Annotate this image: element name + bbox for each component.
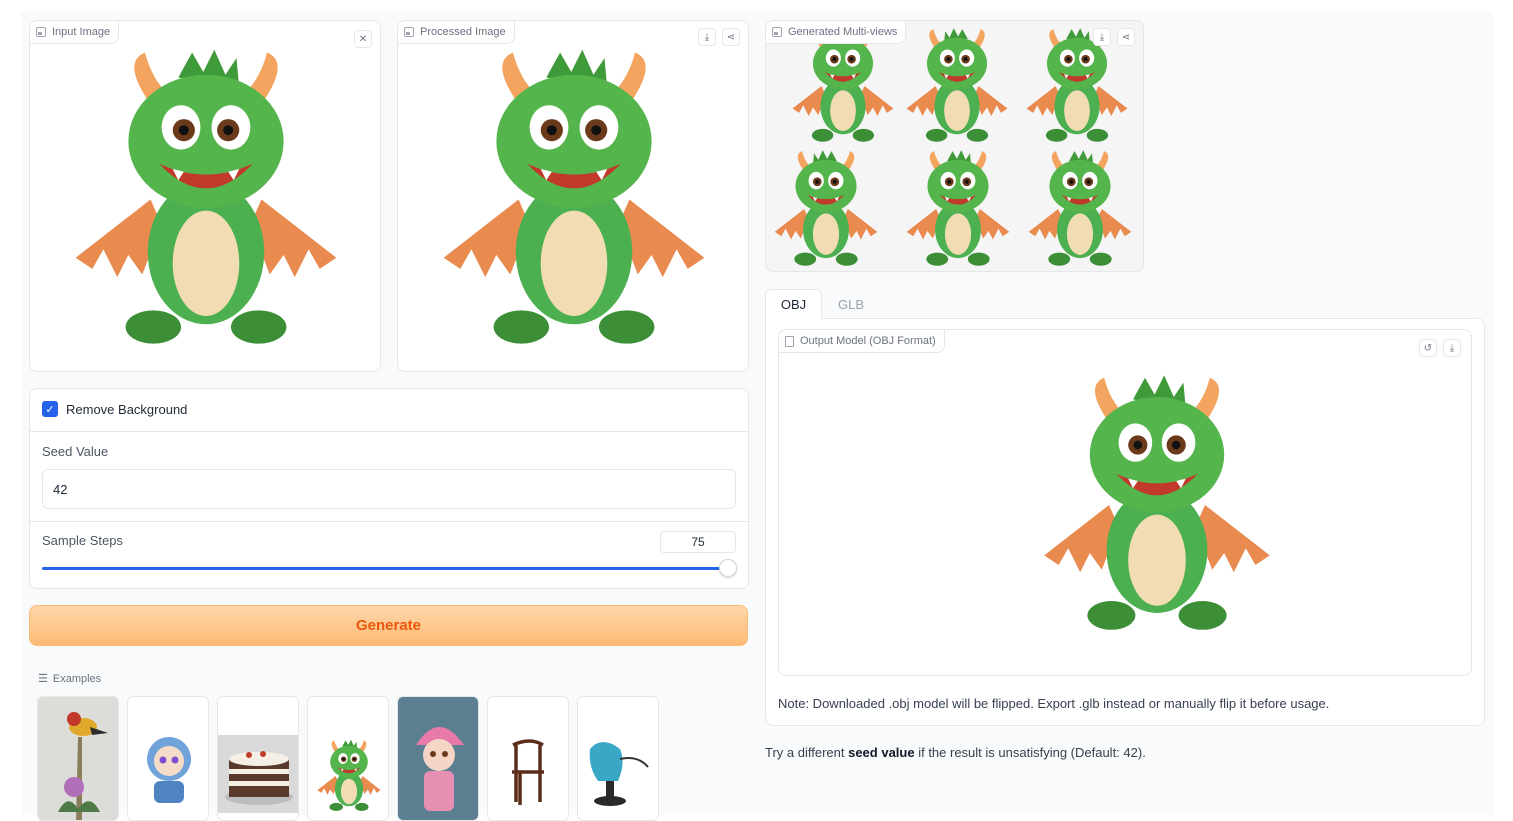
chair-image bbox=[512, 739, 544, 805]
multiview-label: Generated Multi-views bbox=[788, 26, 898, 38]
image-icon bbox=[36, 27, 46, 37]
slider-thumb[interactable] bbox=[719, 559, 737, 577]
multiview-tag: Generated Multi-views bbox=[766, 21, 907, 44]
options-panel: ✓ Remove Background Seed Value 42 Sample… bbox=[29, 388, 749, 589]
multiview-4 bbox=[770, 149, 882, 269]
multiview-6 bbox=[1024, 149, 1136, 269]
seed-label: Seed Value bbox=[42, 444, 109, 459]
generate-button[interactable]: Generate bbox=[29, 605, 748, 646]
pink-girl-image bbox=[416, 727, 464, 811]
sample-steps-number[interactable]: 75 bbox=[660, 531, 736, 553]
seed-input[interactable]: 42 bbox=[42, 469, 736, 509]
tab-obj[interactable]: OBJ bbox=[765, 289, 822, 319]
input-image-label: Input Image bbox=[52, 26, 111, 38]
output-model-panel[interactable]: Output Model (OBJ Format) ↺ ⤓ bbox=[778, 329, 1472, 676]
example-chair[interactable] bbox=[487, 696, 569, 821]
bird-image bbox=[58, 712, 108, 820]
image-icon bbox=[404, 27, 414, 37]
chibi-image bbox=[147, 737, 191, 803]
dragon-thumb-image bbox=[315, 739, 383, 813]
list-icon: ☰ bbox=[38, 673, 48, 685]
processed-image-label: Processed Image bbox=[420, 26, 506, 38]
input-image-panel[interactable]: Input Image ✕ bbox=[29, 20, 381, 372]
multiview-3 bbox=[1022, 27, 1132, 145]
example-cake[interactable] bbox=[217, 696, 299, 821]
seed-hint: Try a different seed value if the result… bbox=[765, 745, 1146, 760]
multiview-5 bbox=[902, 149, 1014, 269]
remove-background-checkbox[interactable]: ✓ bbox=[42, 401, 58, 417]
processed-dragon-image bbox=[434, 47, 714, 352]
reset-icon[interactable]: ↺ bbox=[1419, 339, 1437, 357]
example-chibi[interactable] bbox=[127, 696, 209, 821]
sample-steps-slider[interactable] bbox=[42, 559, 737, 577]
download-icon[interactable]: ⤓ bbox=[698, 28, 716, 46]
output-3d-model bbox=[1037, 350, 1277, 660]
file-icon bbox=[785, 335, 794, 347]
close-icon[interactable]: ✕ bbox=[354, 30, 372, 48]
hint-bold: seed value bbox=[848, 745, 915, 760]
download-icon[interactable]: ⤓ bbox=[1443, 339, 1461, 357]
input-dragon-image bbox=[66, 47, 346, 352]
hint-prefix: Try a different bbox=[765, 745, 849, 760]
examples-label: Examples bbox=[52, 672, 102, 685]
example-dragon[interactable] bbox=[307, 696, 389, 821]
multiview-1 bbox=[788, 27, 898, 145]
multiview-2 bbox=[902, 27, 1012, 145]
remove-background-row[interactable]: ✓ Remove Background bbox=[30, 389, 748, 432]
example-pink-girl[interactable] bbox=[397, 696, 479, 821]
multiview-panel: Generated Multi-views ⤓ ⋖ bbox=[765, 20, 1144, 272]
input-image-tag: Input Image bbox=[30, 21, 120, 44]
image-icon bbox=[772, 27, 782, 37]
share-icon[interactable]: ⋖ bbox=[1117, 28, 1135, 46]
share-icon[interactable]: ⋖ bbox=[722, 28, 740, 46]
example-bird[interactable] bbox=[37, 696, 119, 821]
examples-header: ☰ Examples bbox=[38, 672, 102, 686]
hint-suffix: if the result is unsatisfying (Default: … bbox=[914, 745, 1146, 760]
tab-glb[interactable]: GLB bbox=[829, 289, 873, 319]
sample-steps-label: Sample Steps bbox=[42, 533, 123, 548]
obj-flip-note: Note: Downloaded .obj model will be flip… bbox=[778, 696, 1330, 711]
armchair-image bbox=[589, 742, 649, 806]
slider-fill bbox=[42, 567, 728, 570]
remove-background-label: Remove Background bbox=[66, 402, 188, 417]
download-icon[interactable]: ⤓ bbox=[1093, 28, 1111, 46]
example-armchair[interactable] bbox=[577, 696, 659, 821]
output-model-label: Output Model (OBJ Format) bbox=[800, 335, 936, 347]
output-model-tag: Output Model (OBJ Format) bbox=[779, 330, 945, 353]
cake-image bbox=[218, 735, 298, 813]
processed-image-tag: Processed Image bbox=[398, 21, 515, 44]
processed-image-panel: Processed Image ⤓ ⋖ bbox=[397, 20, 749, 372]
